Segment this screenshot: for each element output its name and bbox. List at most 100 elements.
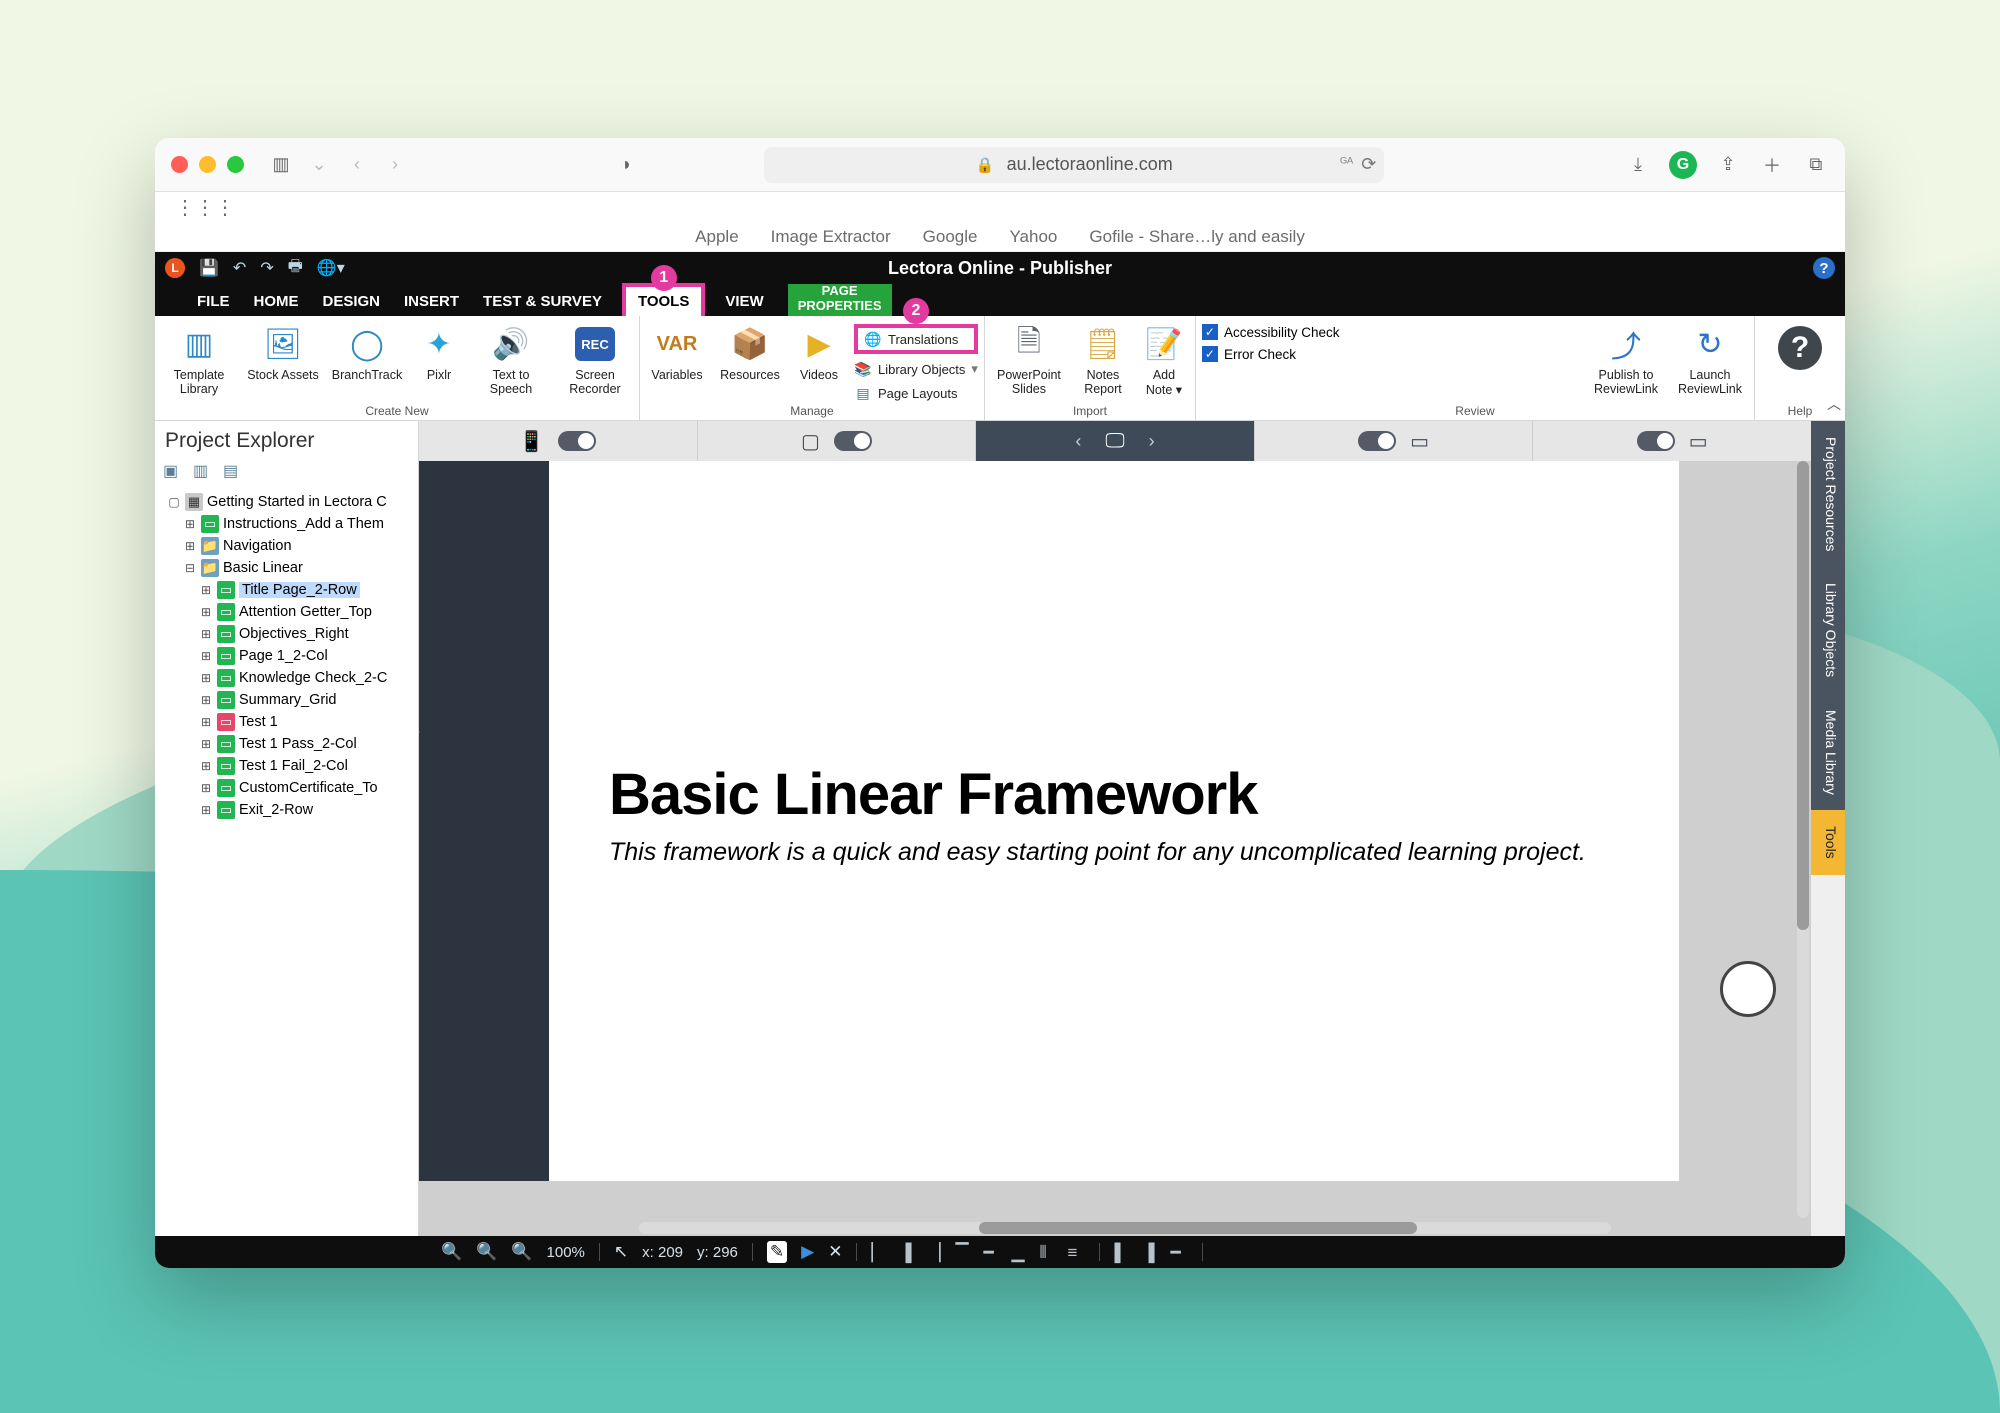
text-to-speech-button[interactable]: 🔊 Text to Speech [473,320,549,396]
address-bar[interactable]: 🔒 au.lectoraonline.com ᴳᴬ ⟳ [764,147,1384,183]
tab-view[interactable]: VIEW [721,287,767,316]
launch-reviewlink-button[interactable]: ↻ Launch ReviewLink [1672,320,1748,396]
redo-icon[interactable]: ↷ [260,258,273,278]
pixlr-button[interactable]: ✦ Pixlr [413,320,465,382]
toggle-switch[interactable] [1358,431,1396,451]
zoom-fit-button[interactable]: 🔍 [511,1242,532,1262]
tools-icon[interactable]: ✕ [828,1242,842,1262]
app-logo-icon[interactable]: L [165,258,185,278]
tree-node[interactable]: ⊞▭Test 1 Fail_2-Col [155,755,418,777]
tree-node[interactable]: ⊟📁Basic Linear [155,557,418,579]
help-icon[interactable]: ? [1813,257,1835,279]
tree-node[interactable]: ⊞▭Page 1_2-Col [155,645,418,667]
tree-node-selected[interactable]: ⊞▭Title Page_2-Row [155,579,418,601]
floating-help-button[interactable] [1720,961,1776,1017]
chevron-down-icon[interactable]: ⌄ [306,152,332,178]
edit-mode-icon[interactable]: ✎ [767,1241,787,1263]
collapse-ribbon-icon[interactable]: ︿ [1827,394,1841,414]
bookmark-link[interactable]: Image Extractor [771,227,891,247]
align-icon[interactable]: ▐ [1142,1243,1160,1261]
prev-page-button[interactable]: ‹ [1065,428,1091,454]
zoom-in-button[interactable]: 🔍 [476,1242,497,1262]
align-left-icon[interactable]: ▏ [871,1243,889,1261]
back-button[interactable]: ‹ [344,152,370,178]
error-check-toggle[interactable]: ✓ Error Check [1202,346,1372,362]
tree-node[interactable]: ⊞▭Exit_2-Row [155,799,418,821]
tree-node[interactable]: ⊞▭Objectives_Right [155,623,418,645]
tree-node[interactable]: ⊞▭Attention Getter_Top [155,601,418,623]
align-bottom-icon[interactable]: ▁ [1011,1243,1029,1261]
toggle-switch[interactable] [1637,431,1675,451]
add-note-button[interactable]: 📝 Add Note ▾ [1139,320,1189,397]
align-icon[interactable]: ▌ [1114,1243,1132,1261]
videos-button[interactable]: ▶ Videos [792,320,846,382]
accessibility-check-toggle[interactable]: ✓ Accessibility Check [1202,324,1372,340]
bookmark-link[interactable]: Google [923,227,978,247]
device-phone-landscape[interactable]: ▭ [1533,421,1811,461]
minimize-window-button[interactable] [199,156,216,173]
device-desktop[interactable]: ‹ 🖵 › [976,421,1255,461]
app-grid-icon[interactable]: ⋮⋮⋮ [155,192,1845,222]
tree-node[interactable]: ⊞📁Navigation [155,535,418,557]
page-content[interactable]: Basic Linear Framework This framework is… [549,461,1679,1181]
tabs-overview-icon[interactable]: ⧉ [1803,152,1829,178]
resources-button[interactable]: 📦 Resources [716,320,784,382]
device-tablet-landscape[interactable]: ▭ [1255,421,1534,461]
maximize-window-button[interactable] [227,156,244,173]
side-tab-library-objects[interactable]: Library Objects [1811,567,1845,693]
align-right-icon[interactable]: ▕ [927,1243,945,1261]
translations-button[interactable]: 2 🌐 Translations [854,324,978,354]
zoom-out-button[interactable]: 🔍 [441,1242,462,1262]
vertical-scrollbar[interactable] [1797,461,1809,1218]
screen-recorder-button[interactable]: REC Screen Recorder [557,320,633,396]
variables-button[interactable]: VAR Variables [646,320,708,382]
explorer-tool-icon[interactable]: ▣ [163,461,183,481]
save-icon[interactable]: 💾 [199,258,219,278]
sidebar-toggle-icon[interactable]: ▥ [268,152,294,178]
tree-node[interactable]: ⊞▭Test 1 [155,711,418,733]
device-phone-portrait[interactable]: 📱 [419,421,698,461]
align-icon[interactable]: ━ [1170,1243,1188,1261]
play-icon[interactable]: ▶ [801,1242,814,1262]
align-top-icon[interactable]: ▔ [955,1243,973,1261]
explorer-tool-icon[interactable]: ▤ [223,461,243,481]
globe-icon[interactable]: 🌐▾ [317,258,345,278]
tab-file[interactable]: FILE [193,287,234,316]
tab-design[interactable]: DESIGN [319,287,385,316]
toggle-switch[interactable] [558,431,596,451]
bookmark-link[interactable]: Apple [695,227,738,247]
device-tablet-portrait[interactable]: ▢ [698,421,977,461]
distribute-h-icon[interactable]: ⫴ [1039,1243,1057,1261]
design-stage[interactable]: ation, ation the nd and visit oddev Basi… [419,461,1811,1236]
toggle-switch[interactable] [834,431,872,451]
tab-tools[interactable]: 1 TOOLS [622,283,705,316]
stock-assets-button[interactable]: 🖼 Stock Assets [245,320,321,382]
reload-icon[interactable]: ⟳ [1361,154,1376,175]
tree-node[interactable]: ⊞▭Summary_Grid [155,689,418,711]
bookmark-link[interactable]: Yahoo [1009,227,1057,247]
explorer-tool-icon[interactable]: ▥ [193,461,213,481]
bookmark-link[interactable]: Gofile - Share…ly and easily [1089,227,1304,247]
new-tab-button[interactable]: ＋ [1759,152,1785,178]
side-tab-media-library[interactable]: Media Library [1811,694,1845,811]
powerpoint-slides-button[interactable]: 🗎 PowerPoint Slides [991,320,1067,396]
print-icon[interactable]: 🖶 [288,255,303,282]
share-icon[interactable]: ⇪ [1715,152,1741,178]
tree-node[interactable]: ⊞▭CustomCertificate_To [155,777,418,799]
tab-test-survey[interactable]: TEST & SURVEY [479,287,606,316]
help-button[interactable]: ? [1778,320,1822,370]
branchtrack-button[interactable]: ◯ BranchTrack [329,320,405,382]
forward-button[interactable]: › [382,152,408,178]
page-layouts-button[interactable]: ▤ Page Layouts [854,384,978,402]
library-objects-button[interactable]: 📚 Library Objects ▾ [854,360,978,378]
side-tab-tools[interactable]: Tools [1811,810,1845,875]
tab-home[interactable]: HOME [250,287,303,316]
distribute-v-icon[interactable]: ≡ [1067,1243,1085,1261]
downloads-icon[interactable]: ⤓ [1625,152,1651,178]
shield-icon[interactable]: ◑ [612,152,638,178]
side-tab-project-resources[interactable]: Project Resources [1811,421,1845,567]
grammarly-icon[interactable]: G [1669,151,1697,179]
tree-node[interactable]: ⊞▭Instructions_Add a Them [155,513,418,535]
horizontal-scrollbar[interactable] [639,1222,1611,1234]
tree-node[interactable]: ⊞▭Test 1 Pass_2-Col [155,733,418,755]
